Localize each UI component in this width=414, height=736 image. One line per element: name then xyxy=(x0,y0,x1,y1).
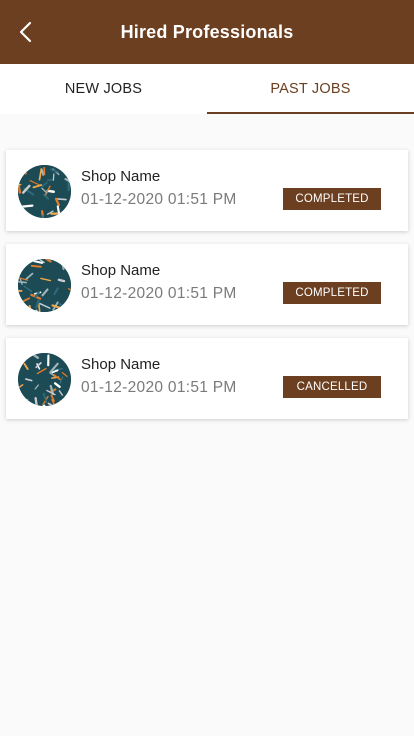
shop-avatar xyxy=(18,259,71,312)
job-datetime: 01-12-2020 01:51 PM xyxy=(81,191,237,208)
status-badge: COMPLETED xyxy=(283,188,381,210)
job-list: Shop Name 01-12-2020 01:51 PM COMPLETED … xyxy=(6,150,408,432)
tab-past-jobs[interactable]: PAST JOBS xyxy=(207,64,414,114)
avatar-pattern xyxy=(18,165,71,218)
job-card[interactable]: Shop Name 01-12-2020 01:51 PM COMPLETED xyxy=(6,244,408,325)
shop-name: Shop Name xyxy=(81,168,161,185)
avatar-pattern xyxy=(18,353,71,406)
job-tabs: NEW JOBS PAST JOBS xyxy=(0,64,414,114)
status-badge: CANCELLED xyxy=(283,376,381,398)
app-bar: Hired Professionals xyxy=(0,0,414,64)
status-badge: COMPLETED xyxy=(283,282,381,304)
job-datetime: 01-12-2020 01:51 PM xyxy=(81,285,237,302)
job-datetime: 01-12-2020 01:51 PM xyxy=(81,379,237,396)
job-card[interactable]: Shop Name 01-12-2020 01:51 PM COMPLETED xyxy=(6,150,408,231)
page-title: Hired Professionals xyxy=(120,22,294,42)
shop-avatar xyxy=(18,353,71,406)
avatar-pattern xyxy=(18,259,71,312)
job-card[interactable]: Shop Name 01-12-2020 01:51 PM CANCELLED xyxy=(6,338,408,419)
shop-name: Shop Name xyxy=(81,262,161,279)
tab-new-jobs[interactable]: NEW JOBS xyxy=(0,64,207,114)
shop-avatar xyxy=(18,165,71,218)
shop-name: Shop Name xyxy=(81,356,161,373)
